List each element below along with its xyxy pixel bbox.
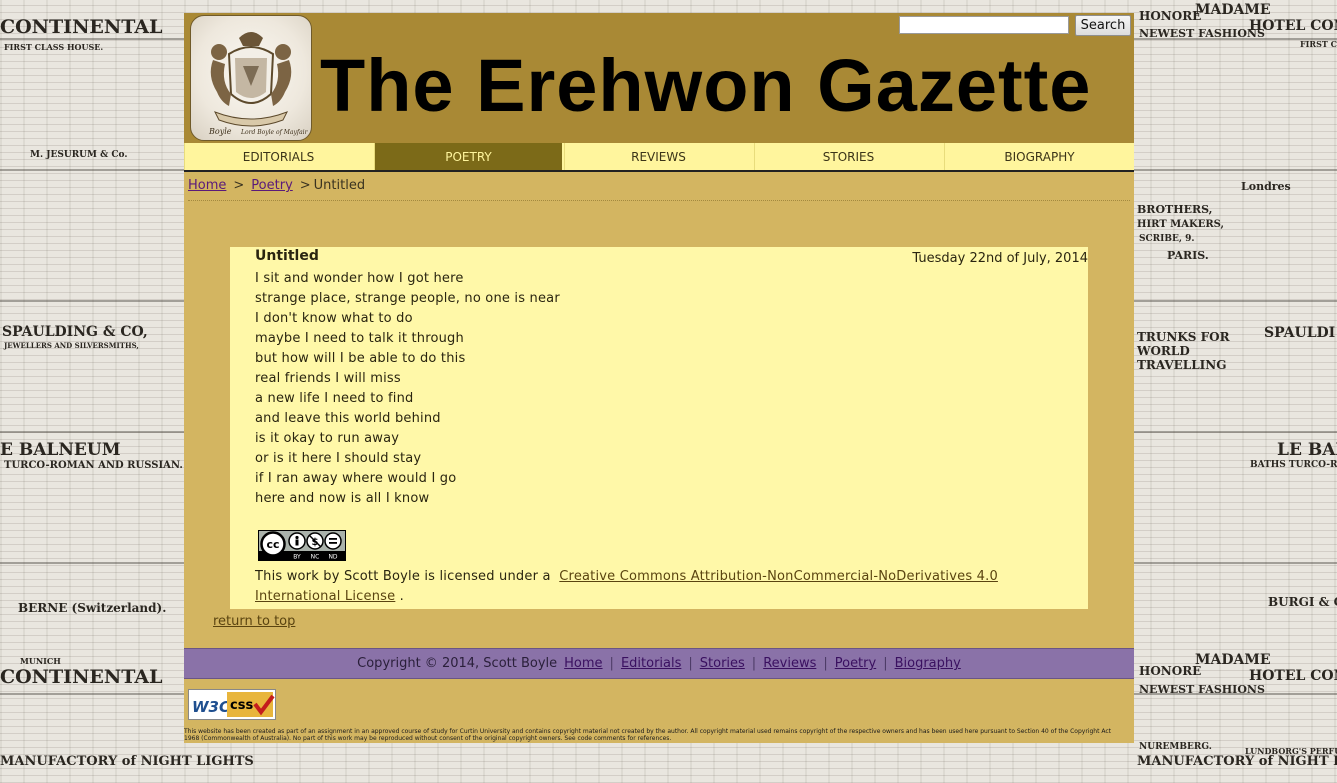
background-print: BATHS TURCO-R — [1250, 460, 1337, 470]
breadcrumb-poetry-link[interactable]: Poetry — [251, 178, 292, 193]
svg-text:Boyle: Boyle — [208, 127, 232, 136]
background-print: BROTHERS, — [1137, 203, 1213, 216]
footer-link-biography[interactable]: Biography — [895, 656, 961, 671]
poem-line: here and now is all I know — [255, 491, 430, 506]
coat-of-arms-icon: Boyle Lord Boyle of Mayfair — [208, 32, 309, 136]
page-container: Boyle Lord Boyle of Mayfair The Erehwon … — [184, 13, 1134, 743]
footer-separator: | — [609, 656, 614, 671]
footer-link-reviews[interactable]: Reviews — [763, 656, 816, 671]
main-nav: Editorials Poetry Reviews Stories Biogra… — [184, 143, 1134, 172]
cc-license-badge[interactable]: cc $ BY NC ND — [258, 530, 346, 561]
background-print: MUNICH — [20, 656, 61, 666]
poem-line: if I ran away where would I go — [255, 471, 457, 486]
background-print: HIRT MAKERS, — [1137, 219, 1224, 230]
breadcrumb-current: Untitled — [313, 178, 366, 193]
background-print: CONTINENTAL — [0, 16, 163, 38]
background-print: SCRIBE, 9. — [1139, 234, 1195, 244]
background-print: SPAULDING & CO, — [2, 324, 148, 340]
cc-nc-label: NC — [311, 554, 320, 561]
svg-text:cc: cc — [266, 538, 279, 551]
css-label: css — [230, 698, 253, 713]
background-print: HONORE — [1139, 9, 1202, 23]
poem-line: a new life I need to find — [255, 391, 414, 406]
background-print: TRUNKS FOR WORLD TRAVELLING — [1137, 330, 1230, 372]
copyright-text: Copyright © 2014, Scott Boyle — [357, 656, 558, 671]
poem-line: real friends I will miss — [255, 371, 401, 386]
background-print: BURGI & C — [1268, 595, 1337, 609]
w3c-label: W3C — [192, 698, 230, 716]
copyright-disclaimer: This website has been created as part of… — [184, 728, 1111, 742]
background-print: HOTEL CON — [1249, 18, 1337, 34]
footer-link-stories[interactable]: Stories — [700, 656, 745, 671]
background-print: CONTINENTAL — [0, 666, 163, 688]
return-to-top-link[interactable]: return to top — [213, 614, 295, 629]
nav-item-poetry[interactable]: Poetry — [374, 143, 562, 170]
nav-item-biography[interactable]: Biography — [944, 143, 1134, 170]
poem-line: and leave this world behind — [255, 411, 441, 426]
w3c-css-icon: W3C css — [189, 690, 275, 719]
footer-link-home[interactable]: Home — [564, 656, 602, 671]
background-print: M. JESURUM & Co. — [30, 150, 128, 160]
svg-text:Lord Boyle of Mayfair: Lord Boyle of Mayfair — [240, 129, 309, 136]
poem-line: strange place, strange people, no one is… — [255, 291, 560, 306]
background-print: MADAME — [1195, 652, 1271, 668]
license-period: . — [399, 589, 405, 604]
poem-line: maybe I need to talk it through — [255, 331, 464, 346]
background-print: Londres — [1241, 180, 1291, 193]
footer-separator: | — [883, 656, 888, 671]
license-notice: This work by Scott Boyle is licensed und… — [255, 567, 1075, 607]
cc-by-label: BY — [293, 554, 301, 561]
background-print: MANUFACTORY of NIGHT LIGHTS — [1137, 754, 1337, 769]
background-print: MADAME — [1195, 2, 1271, 18]
creative-commons-icon: cc $ BY NC ND — [259, 531, 345, 561]
footer-link-editorials[interactable]: Editorials — [621, 656, 681, 671]
cc-nd-label: ND — [328, 554, 337, 561]
w3c-css-badge[interactable]: W3C css — [188, 689, 276, 720]
footer-separator: | — [751, 656, 757, 671]
background-print: LE BAL — [1277, 440, 1337, 460]
background-print: E BALNEUM — [0, 440, 121, 460]
nav-item-reviews[interactable]: Reviews — [564, 143, 752, 170]
background-print: FIRST CLASS HOUSE. — [4, 42, 104, 52]
footer-separator: | — [823, 656, 828, 671]
background-print: MANUFACTORY of NIGHT LIGHTS — [0, 754, 254, 769]
background-print: PARIS. — [1167, 249, 1209, 262]
poem-title: Untitled — [255, 248, 319, 264]
background-print: SPAULDI — [1264, 325, 1336, 341]
poem-article: Untitled Tuesday 22nd of July, 2014 I si… — [230, 247, 1088, 609]
breadcrumb: Home > Poetry > Untitled — [188, 178, 365, 193]
breadcrumb-home-link[interactable]: Home — [188, 178, 226, 193]
poem-line: or is it here I should stay — [255, 451, 422, 466]
poem-line: is it okay to run away — [255, 431, 400, 446]
breadcrumb-separator: > — [233, 178, 245, 193]
background-print: BERNE (Switzerland). — [18, 601, 167, 615]
site-logo[interactable]: Boyle Lord Boyle of Mayfair — [190, 15, 312, 141]
background-print: NEWEST FASHIONS — [1139, 683, 1265, 696]
background-print: NUREMBERG. — [1139, 742, 1212, 752]
nav-item-editorials[interactable]: Editorials — [184, 143, 372, 170]
poem-date: Tuesday 22nd of July, 2014 — [912, 251, 1088, 266]
background-print: TURCO-ROMAN AND RUSSIAN. — [4, 460, 183, 471]
site-header: Boyle Lord Boyle of Mayfair The Erehwon … — [184, 13, 1134, 143]
poem-line: I don't know what to do — [255, 311, 413, 326]
site-title: The Erehwon Gazette — [320, 44, 1092, 127]
background-print: LUNDBORG'S PERFUMES — [1245, 746, 1337, 756]
footer-separator: | — [688, 656, 693, 671]
background-print: HOTEL CON — [1249, 668, 1337, 684]
search-input[interactable] — [899, 16, 1069, 34]
poem-line: I sit and wonder how I got here — [255, 271, 464, 286]
footer-link-poetry[interactable]: Poetry — [835, 656, 876, 671]
poem-body: I sit and wonder how I got here strange … — [255, 269, 560, 509]
background-print: NEWEST FASHIONS — [1139, 27, 1265, 40]
breadcrumb-divider — [188, 200, 1130, 201]
background-print: FIRST CL — [1300, 39, 1337, 49]
breadcrumb-separator: > — [299, 178, 311, 193]
search-button[interactable]: Search — [1075, 15, 1131, 36]
site-footer: Copyright © 2014, Scott Boyle Home | Edi… — [184, 648, 1134, 679]
poem-line: but how will I be able to do this — [255, 351, 466, 366]
background-print: HONORE — [1139, 664, 1202, 678]
nav-item-stories[interactable]: Stories — [754, 143, 942, 170]
license-text: This work by Scott Boyle is licensed und… — [255, 569, 551, 584]
background-print: JEWELLERS AND SILVERSMITHS, — [4, 341, 139, 350]
